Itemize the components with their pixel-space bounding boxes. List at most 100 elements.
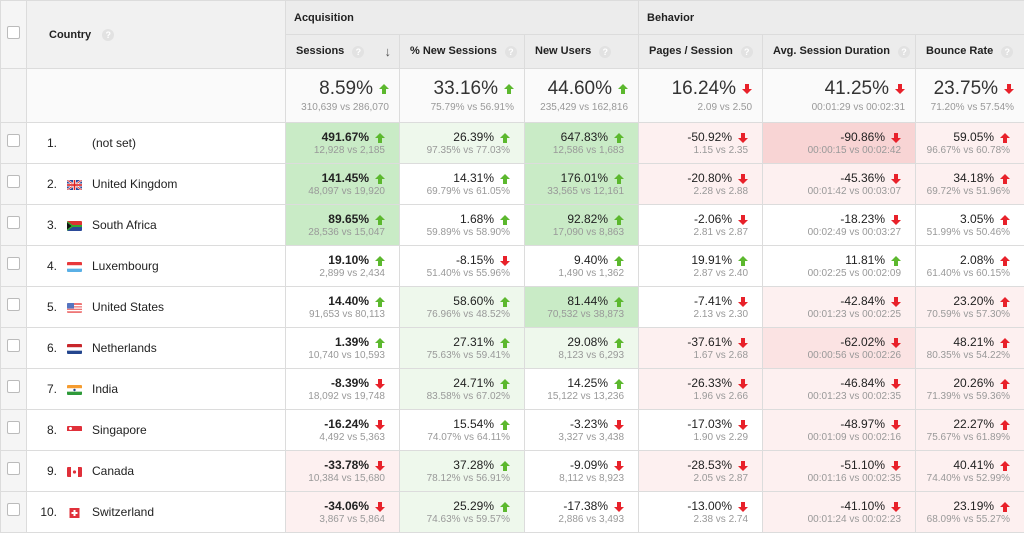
row-checkbox[interactable]	[7, 421, 20, 434]
trend-down-icon	[732, 458, 748, 472]
help-icon[interactable]: ?	[898, 46, 910, 58]
row-checkbox[interactable]	[7, 298, 20, 311]
flag-gb-icon	[67, 180, 82, 190]
trend-down-icon	[885, 417, 901, 431]
totals-label-cell	[27, 69, 286, 123]
metric-change: 141.45%	[322, 171, 369, 185]
row-index: 8.	[27, 423, 57, 437]
country-link[interactable]: South Africa	[92, 218, 157, 232]
metric-cell: -18.23%00:02:49 vs 00:03:27	[763, 205, 916, 246]
row-select-cell[interactable]	[1, 164, 27, 205]
row-select-cell[interactable]	[1, 328, 27, 369]
new-users-column-header[interactable]: New Users?	[525, 35, 639, 69]
column-label: New Users	[535, 45, 591, 57]
row-index: 1.	[27, 136, 57, 150]
analytics-comparison-table: Country ? Acquisition Behavior Sessions?…	[0, 0, 1024, 533]
country-link[interactable]: Netherlands	[92, 341, 157, 355]
help-icon[interactable]: ?	[102, 29, 114, 41]
metric-cell: 14.40%91,653 vs 80,113	[286, 287, 400, 328]
trend-up-icon	[369, 171, 385, 185]
sessions-column-header[interactable]: Sessions?↓	[286, 35, 400, 69]
table-row[interactable]: 3.South Africa89.65%28,536 vs 15,0471.68…	[1, 205, 1024, 246]
row-select-cell[interactable]	[1, 369, 27, 410]
help-icon[interactable]: ?	[352, 46, 364, 58]
country-cell: 10.Switzerland	[27, 492, 286, 533]
help-icon[interactable]: ?	[505, 46, 517, 58]
pages-per-session-column-header[interactable]: Pages / Session?	[639, 35, 763, 69]
row-select-cell[interactable]	[1, 492, 27, 533]
row-select-cell[interactable]	[1, 451, 27, 492]
bounce-rate-column-header[interactable]: Bounce Rate?	[916, 35, 1024, 69]
metric-cell: -2.06%2.81 vs 2.87	[639, 205, 763, 246]
row-checkbox[interactable]	[7, 257, 20, 270]
table-row[interactable]: 4.Luxembourg19.10%2,899 vs 2,434-8.15%51…	[1, 246, 1024, 287]
country-link[interactable]: Canada	[92, 464, 134, 478]
table-row[interactable]: 2.United Kingdom141.45%48,097 vs 19,9201…	[1, 164, 1024, 205]
country-link[interactable]: United Kingdom	[92, 177, 177, 191]
metric-cell: -41.10%00:01:24 vs 00:02:23	[763, 492, 916, 533]
help-icon[interactable]: ?	[599, 46, 611, 58]
row-checkbox[interactable]	[7, 503, 20, 516]
table-row[interactable]: 9.Canada-33.78%10,384 vs 15,68037.28%78.…	[1, 451, 1024, 492]
row-checkbox[interactable]	[7, 134, 20, 147]
country-link[interactable]: Luxembourg	[92, 259, 159, 273]
country-link[interactable]: United States	[92, 300, 164, 314]
row-checkbox[interactable]	[7, 380, 20, 393]
table-row[interactable]: 10.Switzerland-34.06%3,867 vs 5,86425.29…	[1, 492, 1024, 533]
metric-change: -37.61%	[687, 335, 732, 349]
metric-change: 27.31%	[453, 335, 494, 349]
row-select-cell[interactable]	[1, 287, 27, 328]
table-row[interactable]: 8.Singapore-16.24%4,492 vs 5,36315.54%74…	[1, 410, 1024, 451]
country-column-header[interactable]: Country ?	[27, 1, 286, 69]
country-link[interactable]: India	[92, 382, 118, 396]
table-row[interactable]: 5.United States14.40%91,653 vs 80,11358.…	[1, 287, 1024, 328]
row-select-cell[interactable]	[1, 246, 27, 287]
metric-change: 92.82%	[567, 212, 608, 226]
metric-cell: 176.01%33,565 vs 12,161	[525, 164, 639, 205]
metric-change: -8.39%	[331, 376, 369, 390]
select-all-checkbox[interactable]	[7, 26, 20, 39]
select-all-cell[interactable]	[1, 1, 27, 69]
metric-change: -3.23%	[570, 417, 608, 431]
country-cell: 9.Canada	[27, 451, 286, 492]
country-link[interactable]: (not set)	[92, 136, 136, 150]
avg-session-duration-column-header[interactable]: Avg. Session Duration?	[763, 35, 916, 69]
metric-comparison: 1.15 vs 2.35	[639, 145, 748, 156]
metric-change: -41.10%	[840, 499, 885, 513]
metric-change: 40.41%	[953, 458, 994, 472]
new-sessions-column-header[interactable]: % New Sessions?	[400, 35, 525, 69]
help-icon[interactable]: ?	[1001, 46, 1013, 58]
table-row[interactable]: 6.Netherlands1.39%10,740 vs 10,59327.31%…	[1, 328, 1024, 369]
country-link[interactable]: Singapore	[92, 423, 147, 437]
row-checkbox[interactable]	[7, 216, 20, 229]
metric-cell: -50.92%1.15 vs 2.35	[639, 123, 763, 164]
row-checkbox[interactable]	[7, 462, 20, 475]
total-comparison: 2.09 vs 2.50	[639, 102, 752, 113]
metric-cell: 15.54%74.07% vs 64.11%	[400, 410, 525, 451]
help-icon[interactable]: ?	[741, 46, 753, 58]
row-select-cell[interactable]	[1, 410, 27, 451]
metric-comparison: 00:00:56 vs 00:02:26	[763, 350, 901, 361]
metric-comparison: 10,384 vs 15,680	[286, 473, 385, 484]
metric-change: 89.65%	[328, 212, 369, 226]
metric-change: 3.05%	[960, 212, 994, 226]
row-select-cell[interactable]	[1, 123, 27, 164]
sort-descending-icon[interactable]: ↓	[385, 44, 392, 59]
total-change: 44.60%	[548, 78, 612, 99]
metric-comparison: 4,492 vs 5,363	[286, 432, 385, 443]
metric-cell: 59.05%96.67% vs 60.78%	[916, 123, 1024, 164]
country-link[interactable]: Switzerland	[92, 505, 154, 519]
trend-up-icon	[608, 294, 624, 308]
row-index: 3.	[27, 218, 57, 232]
table-row[interactable]: 1.(not set)491.67%12,928 vs 2,18526.39%9…	[1, 123, 1024, 164]
trend-up-icon	[369, 294, 385, 308]
trend-up-icon	[498, 78, 514, 99]
metric-cell: -17.03%1.90 vs 2.29	[639, 410, 763, 451]
row-select-cell[interactable]	[1, 205, 27, 246]
row-checkbox[interactable]	[7, 339, 20, 352]
row-checkbox[interactable]	[7, 175, 20, 188]
metric-change: 15.54%	[453, 417, 494, 431]
table-row[interactable]: 7.India-8.39%18,092 vs 19,74824.71%83.58…	[1, 369, 1024, 410]
metric-change: -18.23%	[840, 212, 885, 226]
flag-lu-icon	[67, 262, 82, 272]
